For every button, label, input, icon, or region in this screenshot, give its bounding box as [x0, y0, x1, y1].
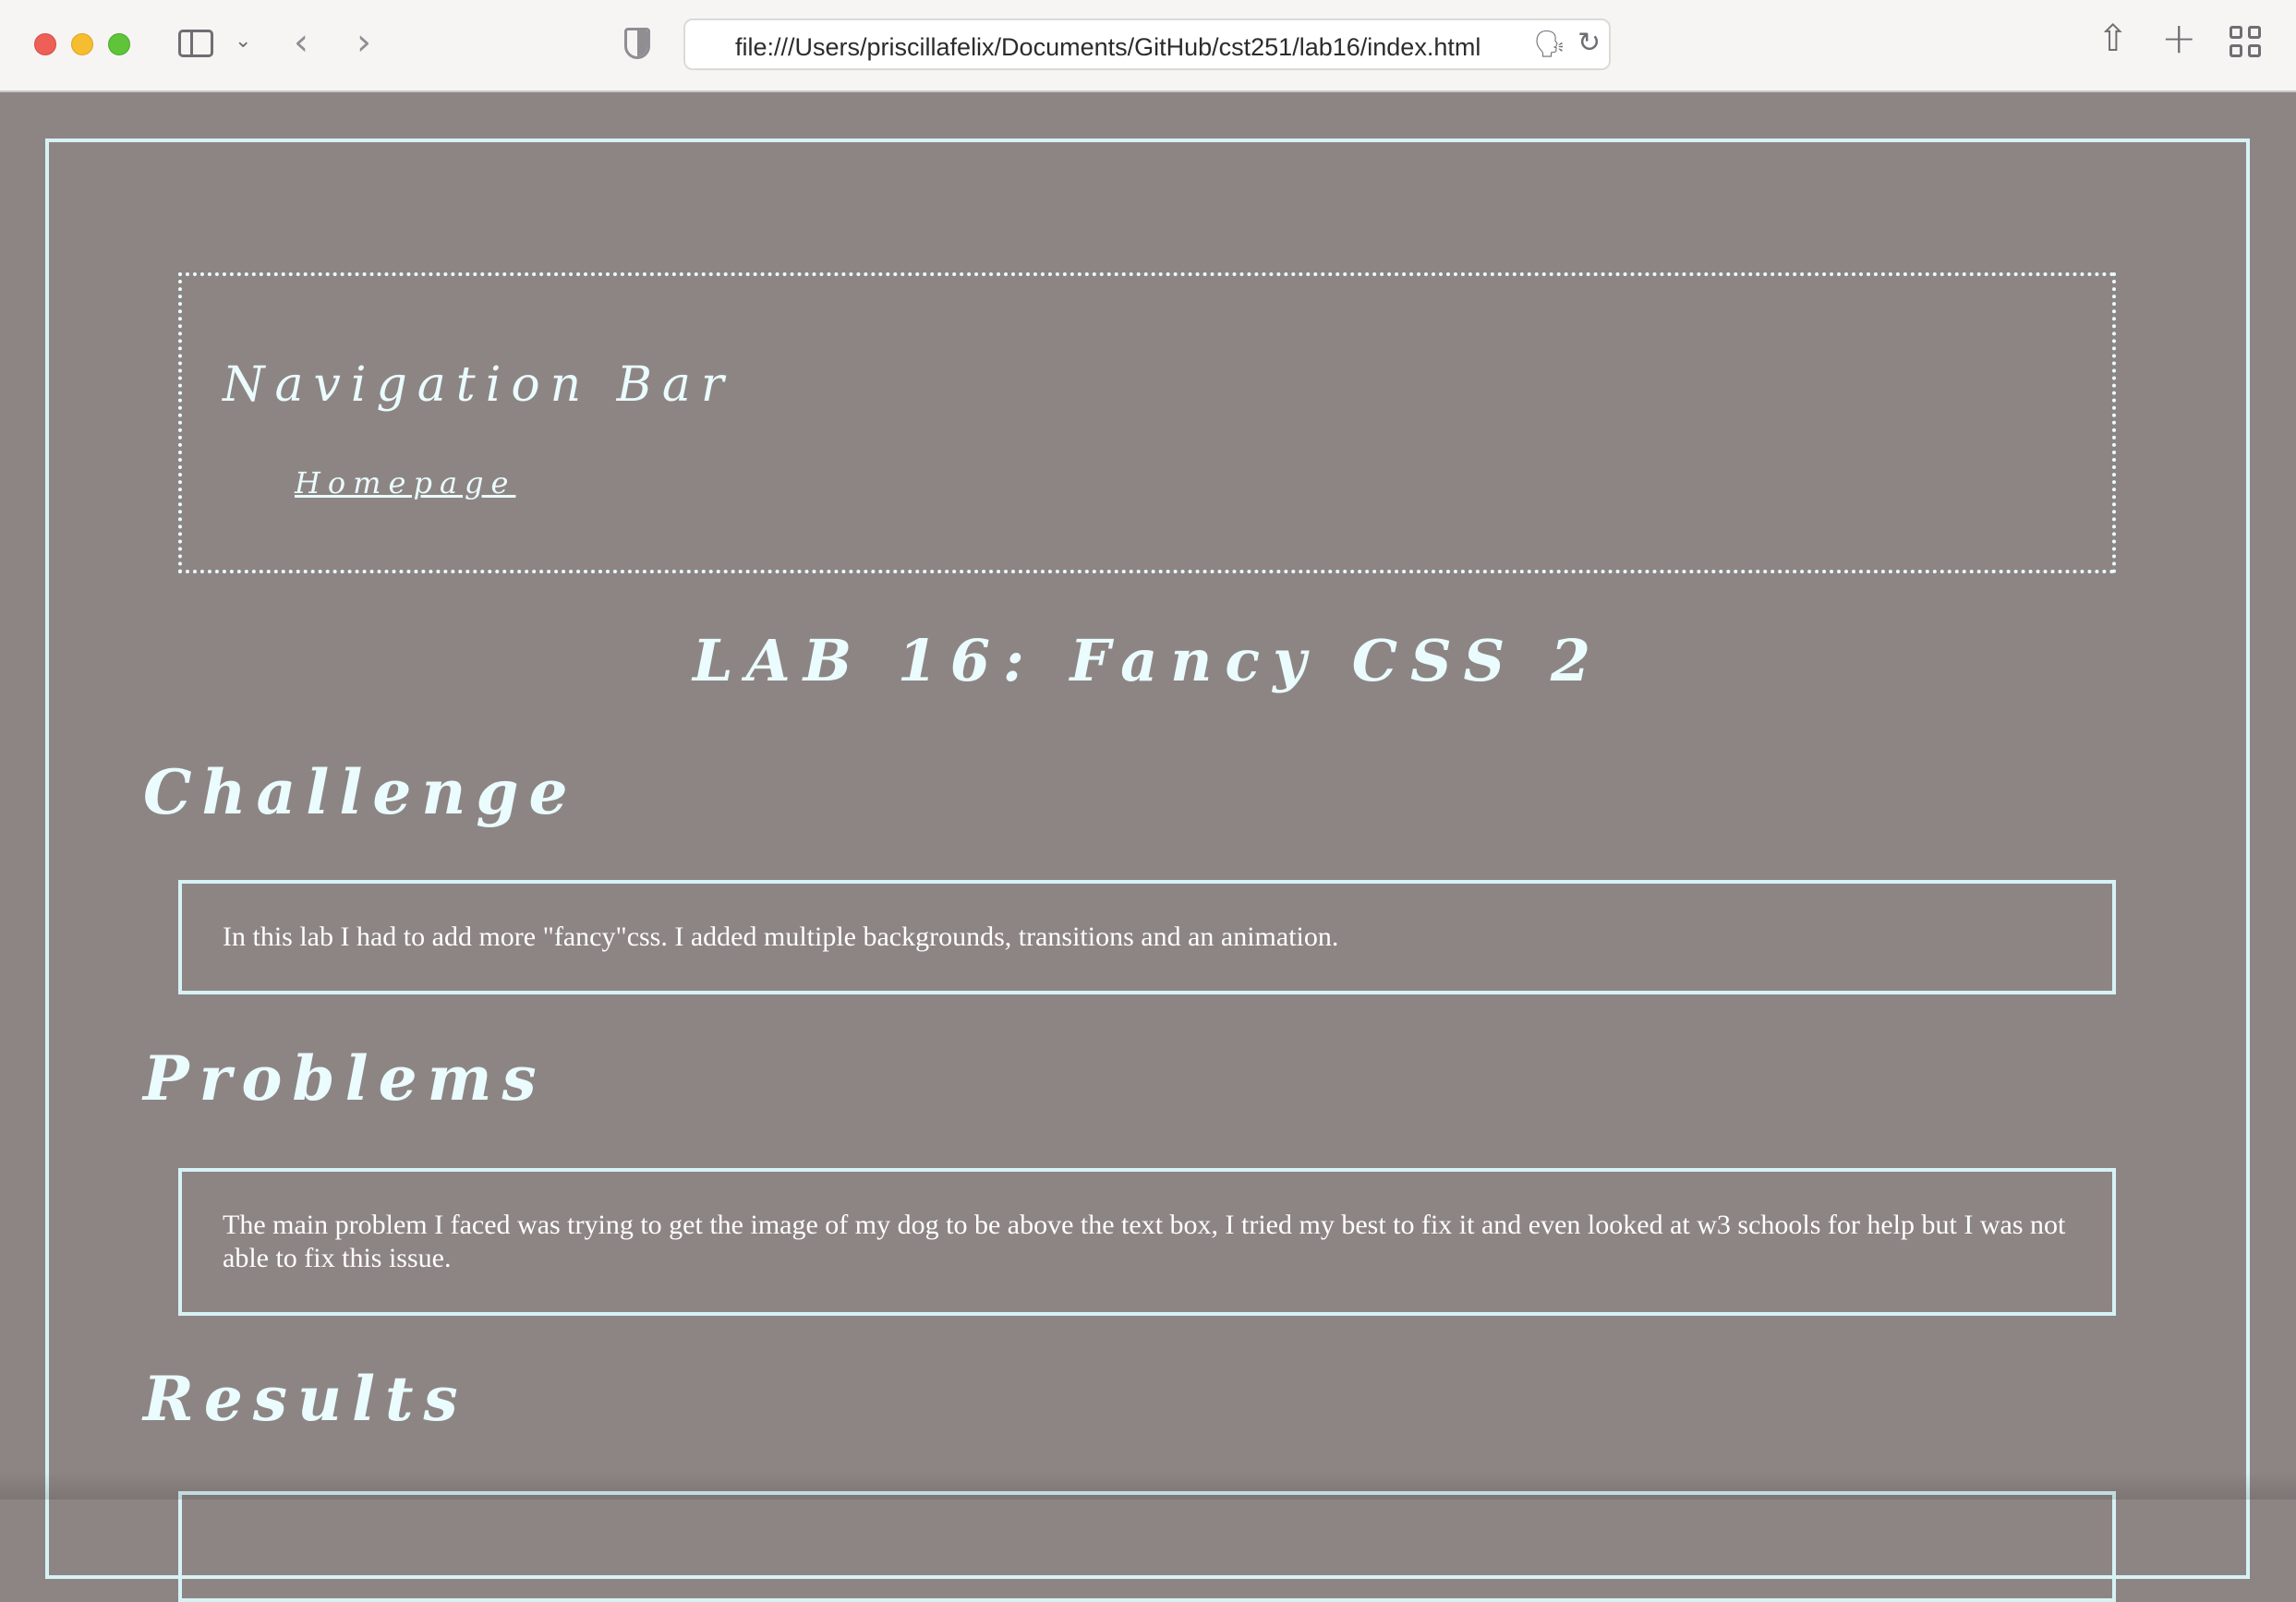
page-content: Navigation Bar Homepage LAB 16: Fancy CS…: [0, 93, 2296, 1602]
reload-icon[interactable]: ↻: [1577, 30, 1601, 57]
results-heading: Results: [143, 1363, 468, 1435]
grid-icon[interactable]: [2230, 26, 2261, 57]
translate-icon[interactable]: 🗣: [1533, 31, 1566, 57]
forward-button[interactable]: ›: [356, 24, 371, 61]
sidebar-icon[interactable]: [178, 30, 213, 57]
problems-text: The main problem I faced was trying to g…: [223, 1210, 2066, 1273]
browser-toolbar: ⌄ ‹ › file:///Users/priscillafelix/Docum…: [0, 0, 2296, 92]
back-button[interactable]: ‹: [294, 24, 308, 61]
zoom-window-button[interactable]: [108, 33, 130, 55]
chevron-down-icon[interactable]: ⌄: [235, 31, 251, 52]
homepage-link[interactable]: Homepage: [295, 465, 515, 500]
problems-heading: Problems: [143, 1042, 547, 1114]
address-bar[interactable]: file:///Users/priscillafelix/Documents/G…: [683, 18, 1611, 70]
problems-text-box: The main problem I faced was trying to g…: [178, 1168, 2116, 1316]
results-text-box: [178, 1491, 2116, 1602]
minimize-window-button[interactable]: [71, 33, 93, 55]
challenge-text-box: In this lab I had to add more "fancy"css…: [178, 880, 2116, 994]
challenge-heading: Challenge: [143, 756, 578, 828]
url-text[interactable]: file:///Users/priscillafelix/Documents/G…: [735, 33, 1480, 62]
navigation-bar: Navigation Bar Homepage: [178, 272, 2116, 573]
plus-icon[interactable]: +: [2161, 17, 2197, 59]
page-title: LAB 16: Fancy CSS 2: [693, 627, 1603, 694]
close-window-button[interactable]: [34, 33, 56, 55]
nav-title: Navigation Bar: [223, 357, 734, 413]
share-icon[interactable]: ⇧: [2097, 20, 2129, 57]
scroll-fade: [0, 1472, 2296, 1500]
shield-icon[interactable]: [624, 28, 650, 59]
challenge-text: In this lab I had to add more "fancy"css…: [223, 921, 1339, 952]
